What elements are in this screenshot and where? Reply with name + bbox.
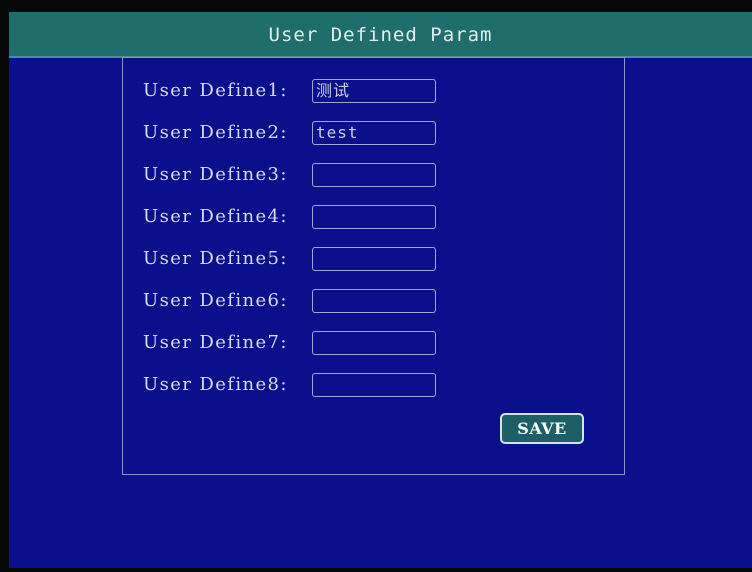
user-define-input-7[interactable] bbox=[312, 331, 436, 355]
user-define-label-1: User Define1: bbox=[143, 80, 288, 101]
user-define-label-8: User Define8: bbox=[143, 374, 288, 395]
window-title: User Defined Param bbox=[268, 24, 493, 46]
user-define-input-4[interactable] bbox=[312, 205, 436, 229]
user-define-input-6[interactable] bbox=[312, 289, 436, 313]
save-button[interactable]: SAVE bbox=[500, 413, 584, 444]
user-define-row-7: User Define7: bbox=[143, 330, 613, 356]
screen: User Defined Param User Define1: 测试 User… bbox=[0, 0, 752, 572]
user-define-label-5: User Define5: bbox=[143, 248, 288, 269]
user-define-row-6: User Define6: bbox=[143, 288, 613, 314]
user-defined-param-window: User Defined Param User Define1: 测试 User… bbox=[9, 12, 752, 568]
user-define-row-2: User Define2: test bbox=[143, 120, 613, 146]
user-define-input-3[interactable] bbox=[312, 163, 436, 187]
user-define-row-4: User Define4: bbox=[143, 204, 613, 230]
user-define-row-1: User Define1: 测试 bbox=[143, 78, 613, 104]
user-define-panel: User Define1: 测试 User Define2: test User… bbox=[122, 57, 625, 475]
user-define-input-2[interactable]: test bbox=[312, 121, 436, 145]
user-define-input-1[interactable]: 测试 bbox=[312, 79, 436, 103]
user-define-label-2: User Define2: bbox=[143, 122, 288, 143]
title-bar: User Defined Param bbox=[9, 12, 752, 58]
user-define-input-8[interactable] bbox=[312, 373, 436, 397]
user-define-row-5: User Define5: bbox=[143, 246, 613, 272]
user-define-label-6: User Define6: bbox=[143, 290, 288, 311]
user-define-label-7: User Define7: bbox=[143, 332, 288, 353]
user-define-label-4: User Define4: bbox=[143, 206, 288, 227]
user-define-label-3: User Define3: bbox=[143, 164, 288, 185]
user-define-input-5[interactable] bbox=[312, 247, 436, 271]
user-define-row-8: User Define8: bbox=[143, 372, 613, 398]
user-define-row-3: User Define3: bbox=[143, 162, 613, 188]
